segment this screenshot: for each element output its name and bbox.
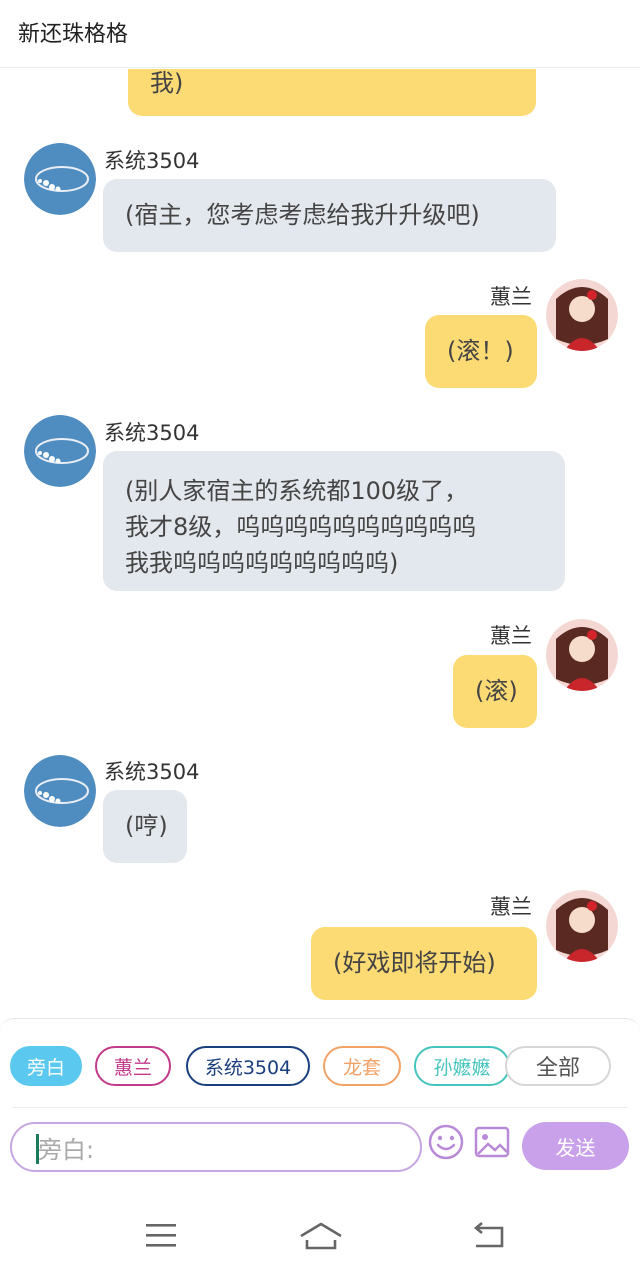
sender-name: 系统3504	[104, 760, 200, 784]
text-cursor	[36, 1134, 39, 1164]
top-bar: 新还珠格格	[0, 0, 640, 68]
message-text: (宿主，您考虑考虑给我升升级吧)	[125, 201, 480, 229]
message-bubble: (宿主，您考虑考虑给我升升级吧)	[103, 179, 556, 252]
sender-name: 蕙兰	[490, 285, 532, 309]
divider	[12, 1107, 628, 1108]
menu-icon[interactable]	[145, 1222, 177, 1252]
role-selector: 旁白 蕙兰 系统3504 龙套 孙嬷嬷 全部	[0, 1019, 640, 1119]
message-bubble: (滚！)	[425, 315, 537, 388]
image-icon[interactable]	[474, 1124, 510, 1160]
message-text: (哼)	[125, 812, 168, 840]
message-input[interactable]: 旁白:	[10, 1122, 422, 1172]
message-bubble: (好戏即将开始)	[311, 927, 537, 1000]
bracelet-avatar[interactable]	[24, 755, 96, 827]
system-nav-bar	[0, 1182, 640, 1280]
message-bubble: 我)	[128, 69, 536, 116]
sender-name: 系统3504	[104, 149, 200, 173]
home-icon[interactable]	[299, 1222, 343, 1254]
emoji-icon[interactable]	[428, 1124, 464, 1160]
message-line: 我才8级，呜呜呜呜呜呜呜呜呜呜	[125, 513, 477, 541]
role-chip-huilan[interactable]: 蕙兰	[95, 1046, 171, 1086]
sender-name: 系统3504	[104, 421, 200, 445]
bracelet-avatar[interactable]	[24, 415, 96, 487]
huilan-avatar[interactable]	[546, 279, 618, 351]
huilan-avatar[interactable]	[546, 619, 618, 691]
role-chip-narrator[interactable]: 旁白	[10, 1046, 82, 1086]
send-button[interactable]: 发送	[522, 1122, 629, 1170]
role-chip-system[interactable]: 系统3504	[186, 1046, 310, 1086]
message-bubble: (别人家宿主的系统都100级了， 我才8级，呜呜呜呜呜呜呜呜呜呜 我我呜呜呜呜呜…	[103, 451, 565, 591]
message-text: (滚！)	[447, 337, 514, 365]
bracelet-avatar[interactable]	[24, 143, 96, 215]
huilan-avatar[interactable]	[546, 890, 618, 962]
message-line: (别人家宿主的系统都100级了，	[125, 477, 469, 505]
chat-area[interactable]: 我) 系统3504 (宿主，您考虑考虑给我升升级吧) 蕙兰 (滚！) 系统350…	[0, 69, 640, 1019]
message-bubble: (哼)	[103, 790, 187, 863]
message-text: (滚)	[475, 677, 518, 705]
input-placeholder: 旁白:	[38, 1135, 95, 1164]
message-text: (好戏即将开始)	[333, 949, 496, 977]
message-line: 我我呜呜呜呜呜呜呜呜呜)	[125, 549, 399, 577]
role-chip-all[interactable]: 全部	[505, 1046, 611, 1086]
sender-name: 蕙兰	[490, 624, 532, 648]
message-bubble: (滚)	[453, 655, 537, 728]
role-chip-sun[interactable]: 孙嬷嬷	[414, 1046, 510, 1086]
message-text: 我)	[150, 69, 184, 97]
sender-name: 蕙兰	[490, 895, 532, 919]
role-chip-longtao[interactable]: 龙套	[323, 1046, 401, 1086]
page-title: 新还珠格格	[18, 22, 129, 47]
back-icon[interactable]	[472, 1222, 506, 1252]
